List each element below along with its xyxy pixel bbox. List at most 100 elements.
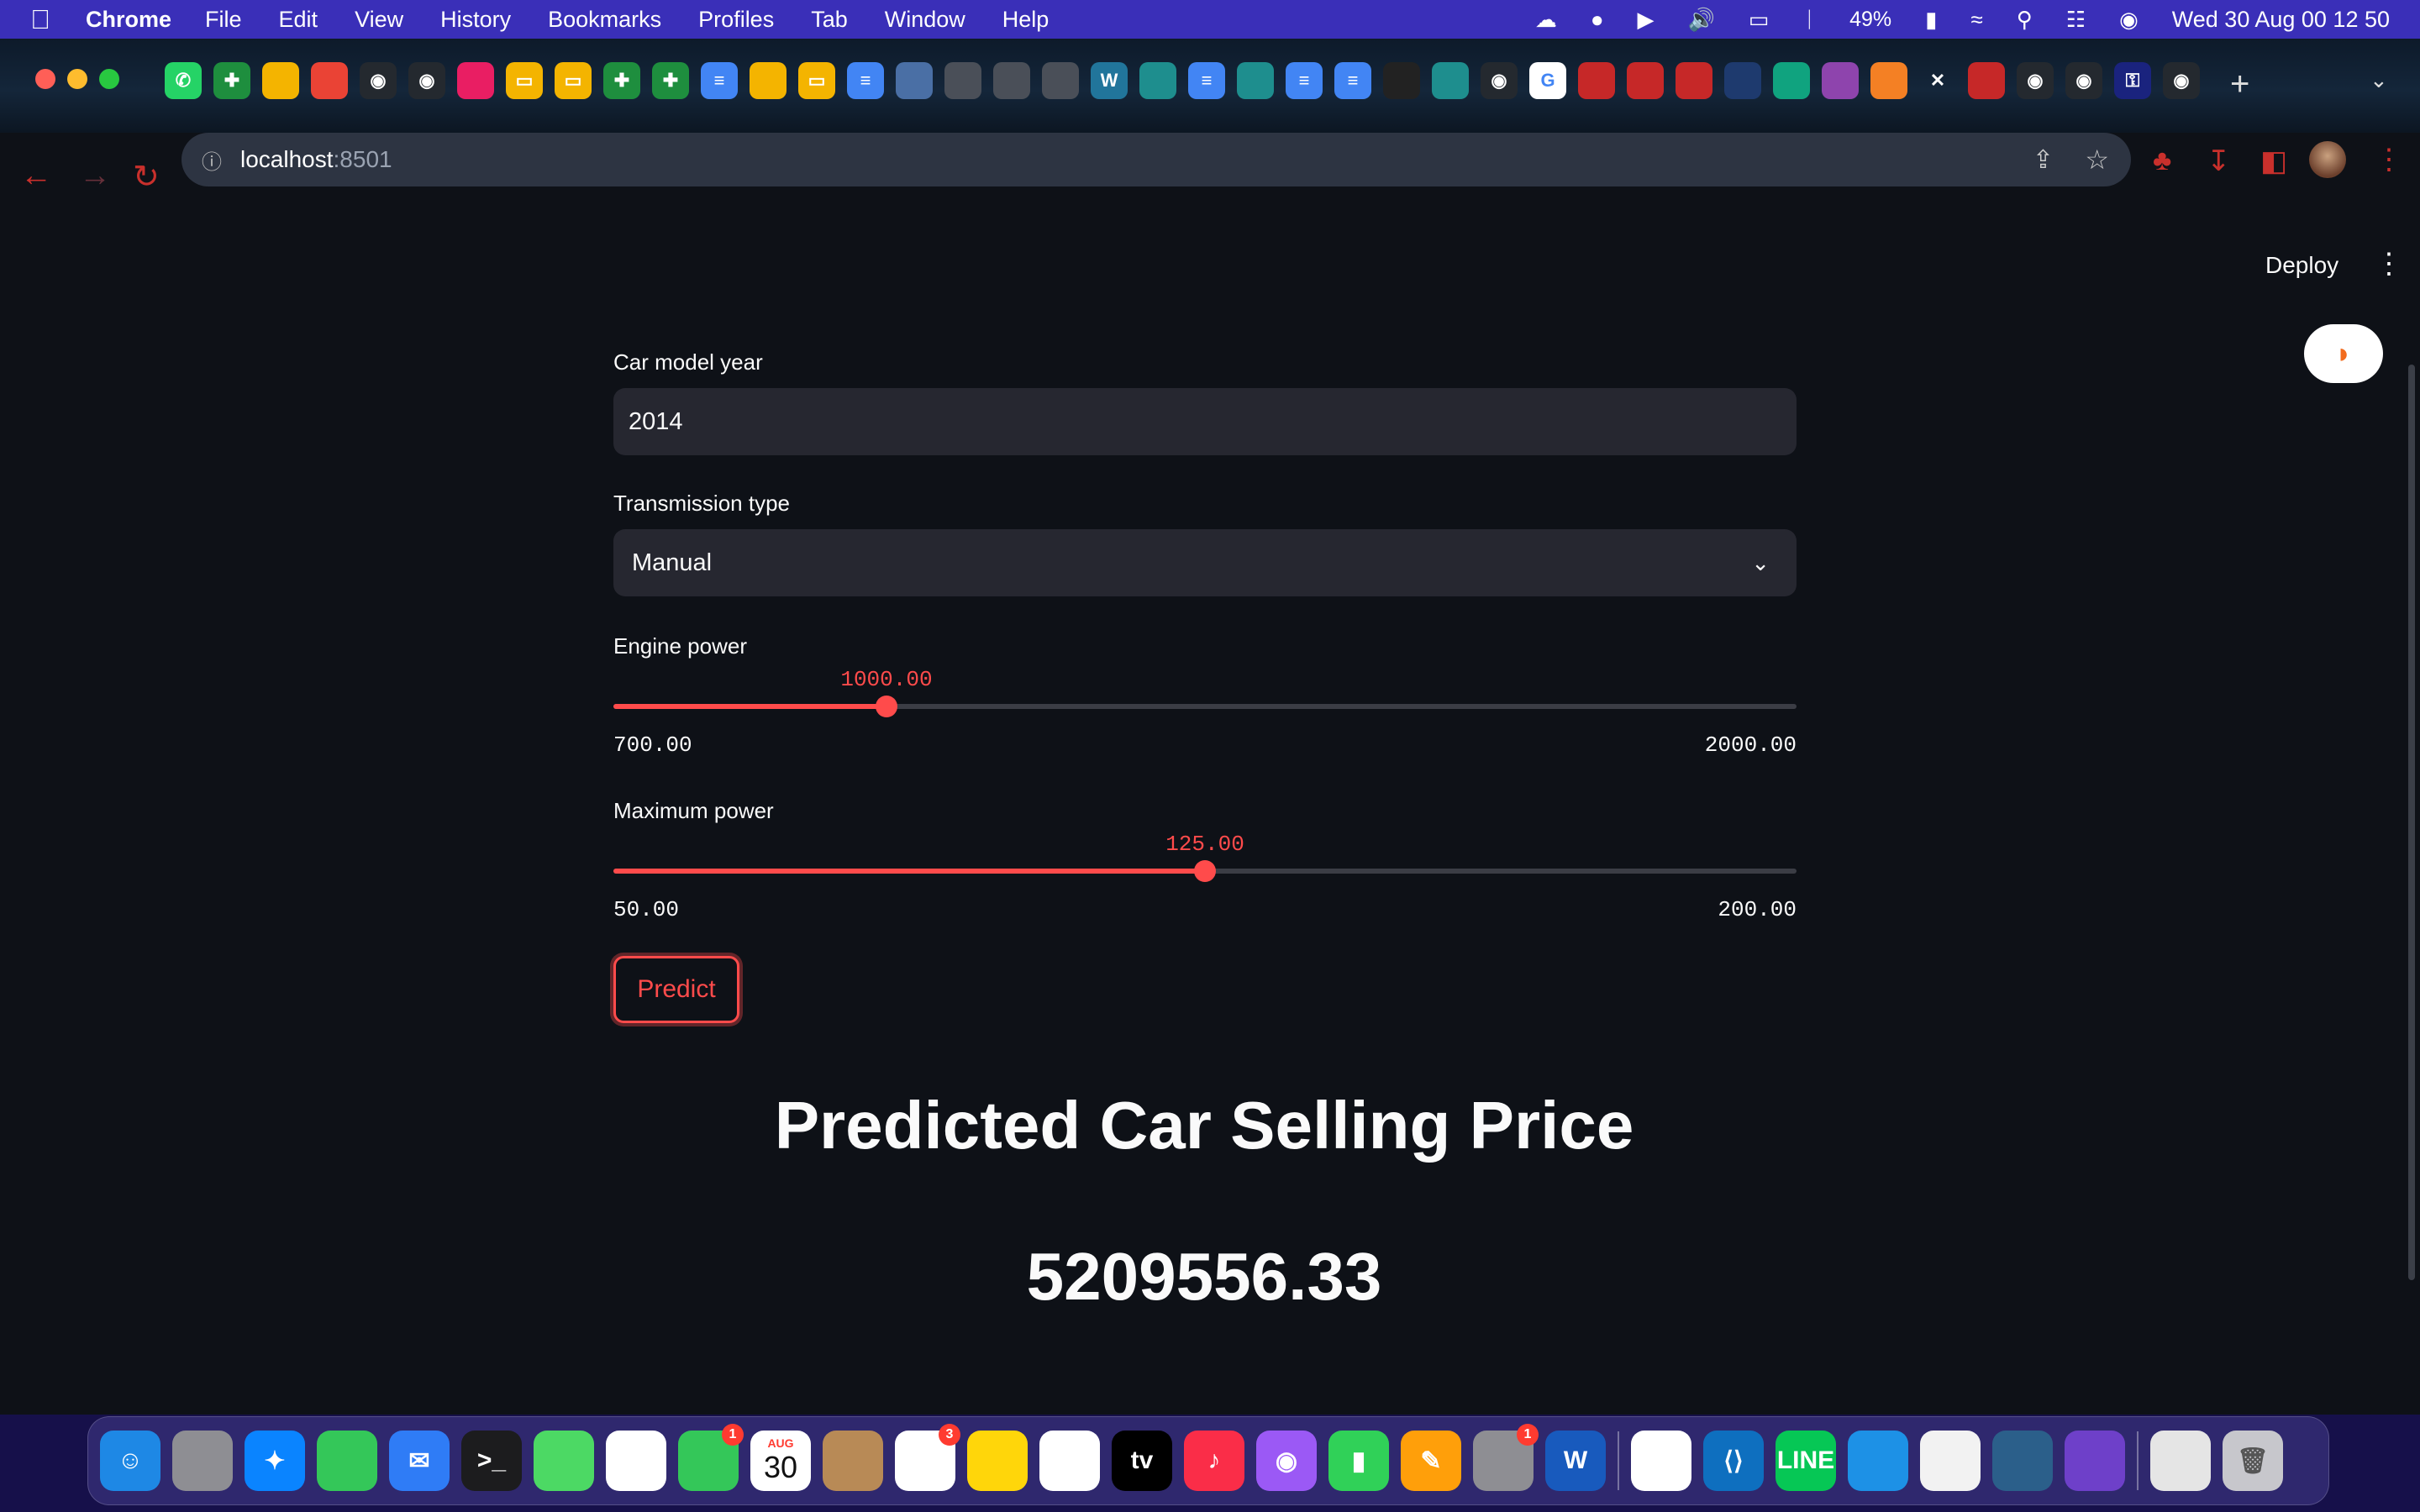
dock-freeform-icon[interactable]: [1039, 1431, 1100, 1491]
tab-blue-app-icon[interactable]: [1724, 62, 1761, 99]
tab-sheets-icon[interactable]: ✚: [213, 62, 250, 99]
tab-red-app-icon[interactable]: [1676, 62, 1712, 99]
cloud-icon[interactable]: ☁: [1535, 7, 1557, 33]
tab-slides-icon[interactable]: ▭: [798, 62, 835, 99]
transmission-type-select[interactable]: Manual ⌄: [613, 529, 1797, 596]
window-close-button[interactable]: [35, 69, 55, 89]
download-icon[interactable]: ↧: [2207, 144, 2231, 178]
tab-red-app-icon[interactable]: [1627, 62, 1664, 99]
siri-icon[interactable]: ◉: [2119, 7, 2139, 33]
tab-gmail-icon[interactable]: [311, 62, 348, 99]
tab-red-app-icon[interactable]: [1968, 62, 2005, 99]
tab-github-icon[interactable]: ◉: [408, 62, 445, 99]
tab-stack-icon[interactable]: [1870, 62, 1907, 99]
dock-podcasts-icon[interactable]: ◉: [1256, 1431, 1317, 1491]
tab-slides-icon[interactable]: ▭: [506, 62, 543, 99]
tab-purple-app-icon[interactable]: [1822, 62, 1859, 99]
dock-numbers-icon[interactable]: ▮: [1328, 1431, 1389, 1491]
dock-trash-icon[interactable]: 🗑: [2223, 1431, 2283, 1491]
new-tab-button[interactable]: +: [2230, 66, 2249, 103]
maximum-power-slider-thumb[interactable]: [1194, 860, 1216, 882]
deploy-button[interactable]: Deploy: [2265, 252, 2338, 279]
engine-power-slider[interactable]: [613, 696, 1797, 717]
tab-classroom-icon[interactable]: [1139, 62, 1176, 99]
tab-github-icon[interactable]: ◉: [1481, 62, 1518, 99]
tab-classroom-icon[interactable]: [1237, 62, 1274, 99]
tab-grey-icon[interactable]: [1042, 62, 1079, 99]
dock-mysql-workbench-icon[interactable]: [1992, 1431, 2053, 1491]
dock-contacts-icon[interactable]: [823, 1431, 883, 1491]
menu-profiles[interactable]: Profiles: [698, 7, 774, 33]
menubar-clock[interactable]: Wed 30 Aug 00 12 50: [2172, 7, 2390, 33]
chrome-menu-icon[interactable]: ⋮: [2375, 143, 2403, 176]
predict-button[interactable]: Predict: [613, 956, 739, 1023]
play-icon[interactable]: ▶: [1638, 7, 1655, 33]
apple-icon[interactable]: : [30, 4, 50, 35]
maximum-power-slider[interactable]: [613, 860, 1797, 882]
tab-wordpress-icon[interactable]: W: [1091, 62, 1128, 99]
app-main-menu-icon[interactable]: ⋮: [2375, 247, 2403, 281]
tab-classroom-icon[interactable]: [1432, 62, 1469, 99]
control-center-icon[interactable]: ☷: [2066, 7, 2086, 33]
chat-bubble-icon[interactable]: ◗: [2304, 324, 2383, 383]
tab-drive-icon[interactable]: [262, 62, 299, 99]
dock-photos-icon[interactable]: [606, 1431, 666, 1491]
dock-mail-icon[interactable]: ✉: [389, 1431, 450, 1491]
extensions-puzzle-icon[interactable]: ♣: [2153, 144, 2171, 177]
dock-system-settings-icon[interactable]: 1: [1473, 1424, 1539, 1491]
dock-github-desktop-icon[interactable]: [2065, 1431, 2125, 1491]
dock-facetime-icon[interactable]: 1: [678, 1424, 744, 1491]
tab-sheets-icon[interactable]: ✚: [603, 62, 640, 99]
dock-notes-icon[interactable]: [967, 1431, 1028, 1491]
dock-reminders-icon[interactable]: 3: [895, 1424, 960, 1491]
dock-textedit-icon[interactable]: [1920, 1431, 1981, 1491]
tab-contacts-icon[interactable]: [457, 62, 494, 99]
bluetooth-icon[interactable]: ᛁ: [1802, 7, 1816, 33]
menu-edit[interactable]: Edit: [279, 7, 318, 33]
dock-tv-icon[interactable]: tv: [1112, 1431, 1172, 1491]
window-minimize-button[interactable]: [67, 69, 87, 89]
profile-avatar[interactable]: [2309, 141, 2346, 178]
menu-file[interactable]: File: [205, 7, 242, 33]
dock-music-icon[interactable]: ♪: [1184, 1431, 1244, 1491]
dock-document-icon[interactable]: [2150, 1431, 2211, 1491]
menu-app-name[interactable]: Chrome: [86, 7, 171, 33]
menu-view[interactable]: View: [355, 7, 403, 33]
share-icon[interactable]: ⇪: [2033, 145, 2054, 175]
dock-pages-icon[interactable]: ✎: [1401, 1431, 1461, 1491]
volume-icon[interactable]: 🔊: [1688, 7, 1715, 33]
battery-percent[interactable]: 49%: [1849, 8, 1891, 32]
display-icon[interactable]: ▭: [1749, 7, 1770, 33]
menu-window[interactable]: Window: [885, 7, 965, 33]
wifi-icon[interactable]: ≈: [1970, 7, 1982, 33]
tab-red-app-icon[interactable]: [1578, 62, 1615, 99]
tab-grey-icon[interactable]: [993, 62, 1030, 99]
dock-terminal-icon[interactable]: >_: [461, 1431, 522, 1491]
tab-docs-icon[interactable]: ≡: [1188, 62, 1225, 99]
tab-podcast-icon[interactable]: [1383, 62, 1420, 99]
window-zoom-button[interactable]: [99, 69, 119, 89]
engine-power-slider-thumb[interactable]: [875, 696, 897, 717]
dock-line-icon[interactable]: LINE: [1776, 1431, 1836, 1491]
page-scrollbar[interactable]: [2408, 365, 2415, 1280]
dock-finder-icon[interactable]: ☺: [100, 1431, 160, 1491]
tab-github-icon[interactable]: ◉: [2065, 62, 2102, 99]
address-bar[interactable]: ⓘ localhost:8501 ⇪ ☆: [182, 133, 2131, 186]
dock-word-icon[interactable]: W: [1545, 1431, 1606, 1491]
battery-icon[interactable]: ▮: [1925, 7, 1937, 33]
dock-calendar-icon[interactable]: AUG 30: [750, 1431, 811, 1491]
menu-tab[interactable]: Tab: [811, 7, 848, 33]
tab-search-icon[interactable]: ⌄: [2370, 67, 2388, 93]
menu-help[interactable]: Help: [1002, 7, 1050, 33]
tab-google-icon[interactable]: G: [1529, 62, 1566, 99]
side-panel-icon[interactable]: ◧: [2260, 144, 2287, 178]
site-info-icon[interactable]: ⓘ: [202, 145, 222, 175]
dock-maps-icon[interactable]: [534, 1431, 594, 1491]
tab-close-icon[interactable]: ✕: [1919, 62, 1956, 99]
tab-whatsapp-icon[interactable]: ✆: [165, 62, 202, 99]
dock-launchpad-icon[interactable]: [172, 1431, 233, 1491]
tab-github-icon[interactable]: ◉: [2163, 62, 2200, 99]
tab-github-icon[interactable]: ◉: [2017, 62, 2054, 99]
tab-docs-icon[interactable]: ≡: [1334, 62, 1371, 99]
bookmark-star-icon[interactable]: ☆: [2085, 144, 2109, 176]
